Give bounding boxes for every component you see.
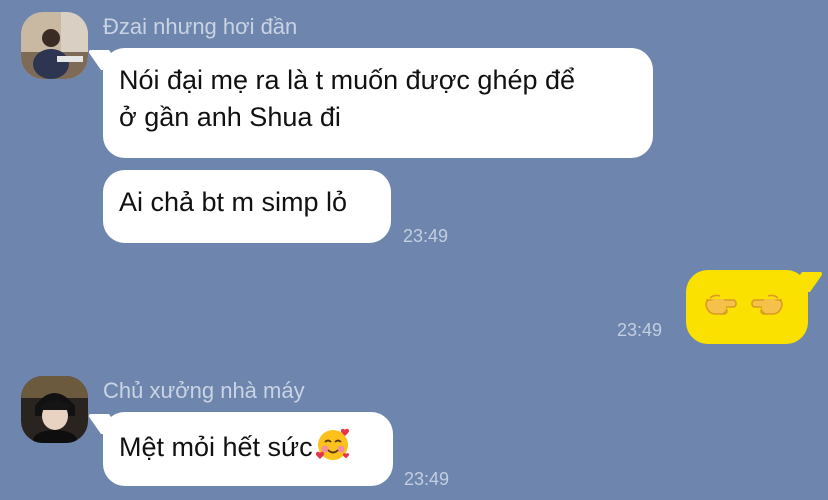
sender-name: Đzai nhưng hơi đần: [103, 14, 298, 39]
backhand-index-pointing-right-icon: [700, 288, 744, 318]
smiling-face-with-hearts-icon: [315, 426, 351, 462]
backhand-index-pointing-left-icon: [744, 288, 788, 318]
message-bubble[interactable]: Ai chả bt m simp lỏ: [103, 170, 391, 243]
profile-photo: [21, 12, 88, 79]
message-bubble[interactable]: Mệt mỏi hết sức: [103, 412, 393, 486]
message-text-line: ở gần anh Shua đi: [119, 102, 341, 132]
message-bubble[interactable]: Nói đại mẹ ra là t muốn được ghép để ở g…: [103, 48, 653, 158]
profile-photo: [21, 376, 88, 443]
message-time: 23:49: [403, 226, 449, 246]
avatar[interactable]: [21, 376, 88, 443]
message-time: 23:49: [617, 320, 663, 340]
chat-area: Đzai nhưng hơi đần Nói đại mẹ ra là t mu…: [0, 0, 828, 500]
sender-name: Chủ xưởng nhà máy: [103, 378, 305, 403]
message-time: 23:49: [404, 469, 450, 489]
avatar[interactable]: [21, 12, 88, 79]
message-text: Ai chả bt m simp lỏ: [119, 187, 348, 217]
my-message-bubble[interactable]: [686, 270, 808, 344]
message-text-line: Nói đại mẹ ra là t muốn được ghép để: [119, 65, 576, 95]
message-text: Mệt mỏi hết sức: [119, 432, 313, 462]
